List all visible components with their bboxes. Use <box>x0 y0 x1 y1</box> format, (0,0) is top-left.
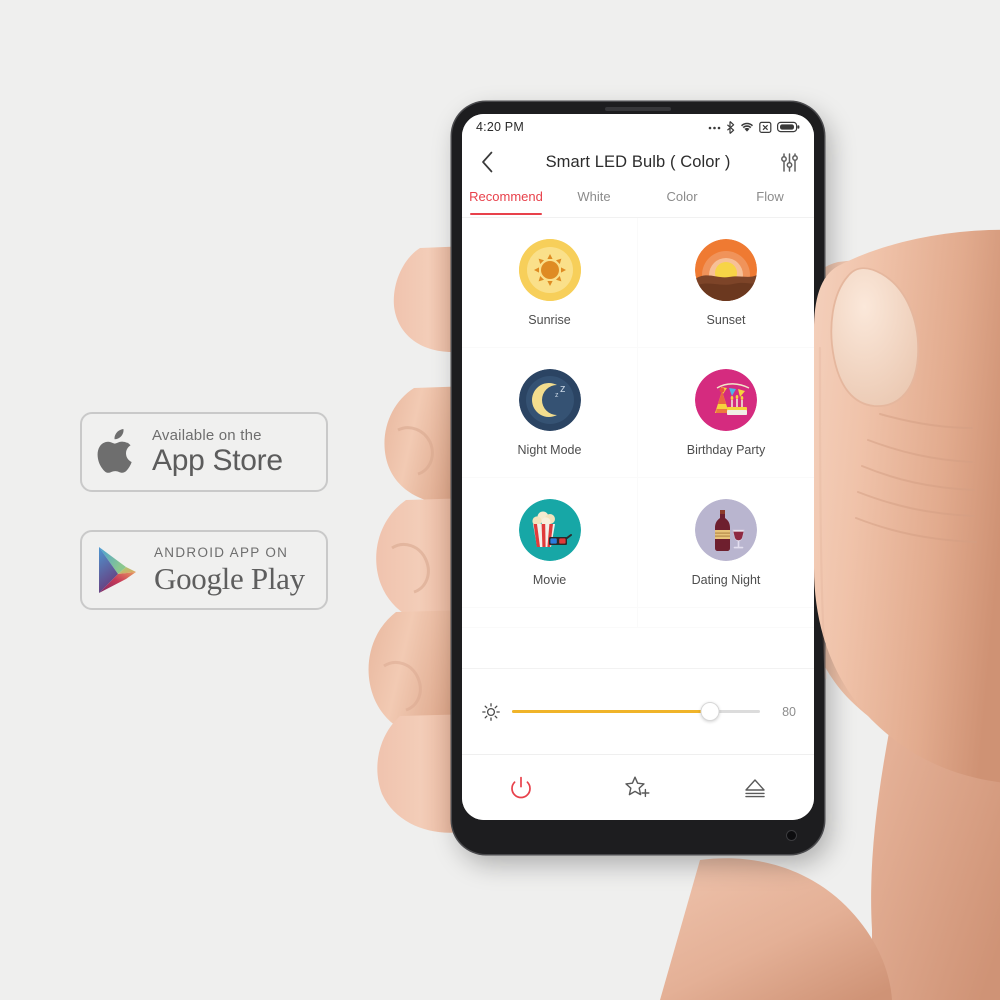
svg-text:z: z <box>560 383 566 395</box>
star-plus-icon <box>625 776 650 797</box>
smartphone-device: 4:20 PM Smart LED Bulb (Color) Recomme… <box>452 102 824 854</box>
brightness-value: 80 <box>782 704 796 719</box>
chevron-left-icon <box>481 151 492 173</box>
movie-icon <box>518 498 581 561</box>
app-store-badge[interactable]: Available on the App Store <box>80 412 328 492</box>
birthday-party-icon <box>695 368 757 431</box>
scene-label: Night Mode <box>517 442 582 457</box>
google-play-title: Google Play <box>154 560 305 596</box>
brightness-sun-icon <box>482 702 500 721</box>
scene-label: Dating Night <box>691 572 761 587</box>
thumb-overlay <box>814 229 1000 783</box>
power-button[interactable] <box>462 775 579 801</box>
tab-bar: Recommend White Color Flow <box>462 184 814 218</box>
tab-color-label: Color <box>666 189 698 204</box>
google-play-badge[interactable]: ANDROID APP ON Google Play <box>80 530 328 610</box>
scene-label: Movie <box>532 572 567 587</box>
tab-white[interactable]: White <box>550 184 638 217</box>
eject-icon <box>745 778 766 797</box>
status-clock: 4:20 PM <box>476 120 524 134</box>
app-store-title: App Store <box>152 444 283 477</box>
scene-item-dating-night[interactable]: Dating Night <box>638 478 814 608</box>
tab-color[interactable]: Color <box>638 184 726 217</box>
favorite-button[interactable] <box>579 775 696 801</box>
night-mode-icon: z z <box>518 368 581 431</box>
app-store-subtitle: Available on the <box>152 427 262 444</box>
sliders-icon <box>780 152 798 172</box>
scene-label: Birthday Party <box>686 442 766 457</box>
tab-white-label: White <box>577 189 611 204</box>
google-play-triangle-icon <box>96 545 140 595</box>
thumb <box>800 244 1000 752</box>
brightness-control: 80 <box>462 668 814 754</box>
google-play-subtitle: ANDROID APP ON <box>154 545 289 561</box>
scene-label: Sunset <box>706 312 746 327</box>
scene-item-movie[interactable]: Movie <box>462 478 638 608</box>
tab-recommend[interactable]: Recommend <box>462 184 550 217</box>
scene-item-sunset[interactable]: Sunset <box>638 218 814 348</box>
tab-recommend-label: Recommend <box>469 189 543 204</box>
slider-thumb[interactable] <box>700 702 720 721</box>
promo-scene: Available on the App Store ANDROID APP O… <box>0 0 1000 1000</box>
tab-flow[interactable]: Flow <box>726 184 814 217</box>
phone-screen: 4:20 PM Smart LED Bulb (Color) Recomme… <box>462 114 814 820</box>
scene-item-night-mode[interactable]: z z Night Mode <box>462 348 638 478</box>
apple-logo-icon <box>96 427 138 477</box>
more-dots-icon <box>708 121 721 133</box>
tab-flow-label: Flow <box>756 189 784 204</box>
bluetooth-icon <box>726 120 735 134</box>
scene-item-sunrise[interactable]: Sunrise <box>462 218 638 348</box>
dating-night-icon <box>695 498 757 561</box>
scene-item-birthday-party[interactable]: Birthday Party <box>638 348 814 478</box>
status-bar: 4:20 PM <box>462 114 814 140</box>
battery-icon <box>777 121 800 133</box>
scene-grid: Sunrise Sunset z z Night Mode Birthday P… <box>462 218 814 628</box>
sunset-icon <box>695 238 757 301</box>
scene-list[interactable]: Sunrise Sunset z z Night Mode Birthday P… <box>462 218 814 668</box>
scene-label: Sunrise <box>528 312 571 327</box>
bottom-toolbar <box>462 754 814 820</box>
brightness-slider[interactable] <box>512 702 760 722</box>
back-button[interactable] <box>474 151 500 173</box>
share-button[interactable] <box>697 776 814 800</box>
scene-item-partial-left[interactable] <box>462 608 638 628</box>
page-title: Smart LED Bulb ( Color ) <box>545 152 731 171</box>
power-icon <box>510 776 531 798</box>
vibrate-icon <box>759 121 772 134</box>
status-icons <box>708 120 800 134</box>
svg-text:z: z <box>555 392 559 399</box>
settings-button[interactable] <box>776 152 802 172</box>
scene-item-partial-right[interactable] <box>638 608 814 628</box>
slider-fill <box>512 710 711 713</box>
app-header: Smart LED Bulb ( Color ) <box>462 140 814 184</box>
sunrise-icon <box>518 238 581 301</box>
wifi-icon <box>740 121 754 133</box>
